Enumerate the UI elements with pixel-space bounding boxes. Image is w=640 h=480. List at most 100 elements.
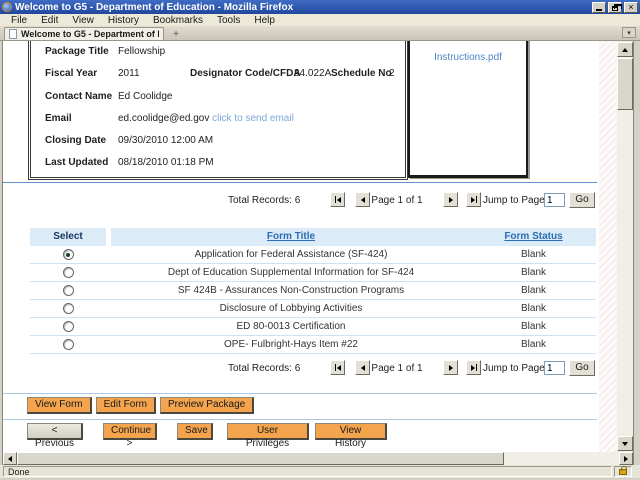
continue-button[interactable]: Continue > <box>103 423 157 449</box>
minimize-button[interactable] <box>592 1 606 13</box>
scroll-right-icon <box>624 455 628 462</box>
title-bar: Welcome to G5 - Department of Education … <box>0 0 640 14</box>
form-status-cell: Blank <box>520 285 546 296</box>
firefox-icon <box>2 2 12 12</box>
form-title-column-header[interactable]: Form Title <box>267 231 315 242</box>
email-label: Email <box>45 113 72 124</box>
vertical-scrollbar[interactable] <box>617 41 633 452</box>
menu-bar: File Edit View History Bookmarks Tools Help <box>0 14 640 27</box>
scroll-left-icon <box>8 455 12 462</box>
button-divider <box>3 419 597 420</box>
form-status-column-header[interactable]: Form Status <box>504 231 562 242</box>
form-actions-row: View Form Edit Form Preview Package <box>27 397 255 414</box>
form-select-radio[interactable] <box>62 267 74 278</box>
page-icon <box>9 29 17 39</box>
horizontal-scrollbar[interactable] <box>3 452 633 465</box>
restore-icon <box>612 3 622 11</box>
menu-tools[interactable]: Tools <box>210 14 247 27</box>
closing-date-label: Closing Date <box>45 135 107 146</box>
button-divider <box>3 393 597 394</box>
pagination-top: Total Records: 6 Page 1 of 1 Jump to Pag… <box>3 190 599 214</box>
email-value: ed.coolidge@ed.gov <box>118 113 210 124</box>
restore-button[interactable] <box>608 1 622 13</box>
ssl-lock-cell[interactable] <box>614 465 632 477</box>
go-button[interactable]: Go <box>569 192 595 208</box>
send-email-link[interactable]: click to send email <box>212 113 294 124</box>
form-select-radio[interactable] <box>62 303 74 314</box>
window-frame-right <box>633 41 640 478</box>
table-row: Disclosure of Lobbying Activities Blank <box>30 300 596 318</box>
new-tab-button[interactable]: + <box>166 28 186 40</box>
first-page-button[interactable] <box>330 192 345 207</box>
go-button[interactable]: Go <box>569 360 595 376</box>
form-title-cell: Disclosure of Lobbying Activities <box>219 303 363 314</box>
next-page-icon <box>448 364 453 371</box>
view-form-button[interactable]: View Form <box>27 397 92 414</box>
prev-page-icon <box>360 364 365 371</box>
jump-to-page-input[interactable] <box>544 361 565 375</box>
scroll-down-button[interactable] <box>617 436 633 451</box>
next-page-button[interactable] <box>443 360 458 375</box>
pagination-bottom: Total Records: 6 Page 1 of 1 Jump to Pag… <box>3 358 599 382</box>
view-history-button[interactable]: View History <box>315 423 387 449</box>
menu-edit[interactable]: Edit <box>34 14 65 27</box>
scroll-up-button[interactable] <box>617 42 633 57</box>
menu-bookmarks[interactable]: Bookmarks <box>146 14 210 27</box>
menu-file[interactable]: File <box>4 14 34 27</box>
list-all-tabs-button[interactable]: ▾ <box>622 27 636 38</box>
jump-to-page-label: Jump to Page <box>483 195 545 206</box>
form-select-radio[interactable] <box>62 285 74 296</box>
status-text: Done <box>3 466 612 477</box>
schedule-no-label: Schedule No <box>331 68 392 79</box>
menu-history[interactable]: History <box>101 14 146 27</box>
previous-button[interactable]: < Previous <box>27 423 83 449</box>
table-row: Application for Federal Assistance (SF-4… <box>30 246 596 264</box>
form-select-radio[interactable] <box>62 249 74 260</box>
horizontal-scroll-thumb[interactable] <box>17 452 504 465</box>
last-page-button[interactable] <box>466 360 481 375</box>
form-status-cell: Blank <box>520 339 546 350</box>
menu-help[interactable]: Help <box>247 14 282 27</box>
designator-code-label: Designator Code/CFDA <box>190 68 301 79</box>
edit-form-button[interactable]: Edit Form <box>95 397 156 414</box>
user-privileges-button[interactable]: User Privileges <box>227 423 309 449</box>
select-column-header: Select <box>30 228 106 246</box>
schedule-no-value: 2 <box>389 68 395 79</box>
package-title-value: Fellowship <box>118 46 166 57</box>
page-indicator: Page 1 of 1 <box>371 195 423 206</box>
form-select-radio[interactable] <box>62 339 74 350</box>
close-button[interactable]: × <box>624 1 638 13</box>
menu-view[interactable]: View <box>65 14 101 27</box>
page-viewport: Package Title Fellowship Fiscal Year 201… <box>3 41 633 452</box>
instructions-pdf-link[interactable]: Instructions.pdf <box>434 52 502 63</box>
total-records-label: Total Records: 6 <box>228 195 301 206</box>
fiscal-year-label: Fiscal Year <box>45 68 98 79</box>
contact-name-value: Ed Coolidge <box>118 91 173 102</box>
preview-package-button[interactable]: Preview Package <box>159 397 255 414</box>
table-row: ED 80-0013 Certification Blank <box>30 318 596 336</box>
vertical-scroll-thumb[interactable] <box>617 58 633 110</box>
first-page-icon <box>336 364 341 371</box>
first-page-button[interactable] <box>330 360 345 375</box>
form-title-cell: Dept of Education Supplemental Informati… <box>167 267 415 278</box>
lock-icon <box>619 465 627 475</box>
form-select-radio[interactable] <box>62 321 74 332</box>
scroll-up-icon <box>622 47 628 52</box>
tab-welcome-g5[interactable]: Welcome to G5 - Department of Edu... <box>4 27 164 40</box>
scroll-right-button[interactable] <box>619 452 633 465</box>
next-page-button[interactable] <box>443 192 458 207</box>
last-updated-label: Last Updated <box>45 157 109 168</box>
section-divider <box>3 182 597 183</box>
last-updated-value: 08/18/2010 01:18 PM <box>118 157 214 168</box>
designator-code-value: 84.022A <box>294 68 332 79</box>
save-button[interactable]: Save <box>177 423 213 440</box>
form-status-cell: Blank <box>520 267 546 278</box>
jump-to-page-input[interactable] <box>544 193 565 207</box>
prev-page-icon <box>360 196 365 203</box>
scroll-left-button[interactable] <box>3 452 17 465</box>
scroll-down-icon <box>622 441 628 446</box>
total-records-label: Total Records: 6 <box>228 363 301 374</box>
status-bar: Done <box>0 465 640 478</box>
form-status-cell: Blank <box>520 249 546 260</box>
last-page-button[interactable] <box>466 192 481 207</box>
